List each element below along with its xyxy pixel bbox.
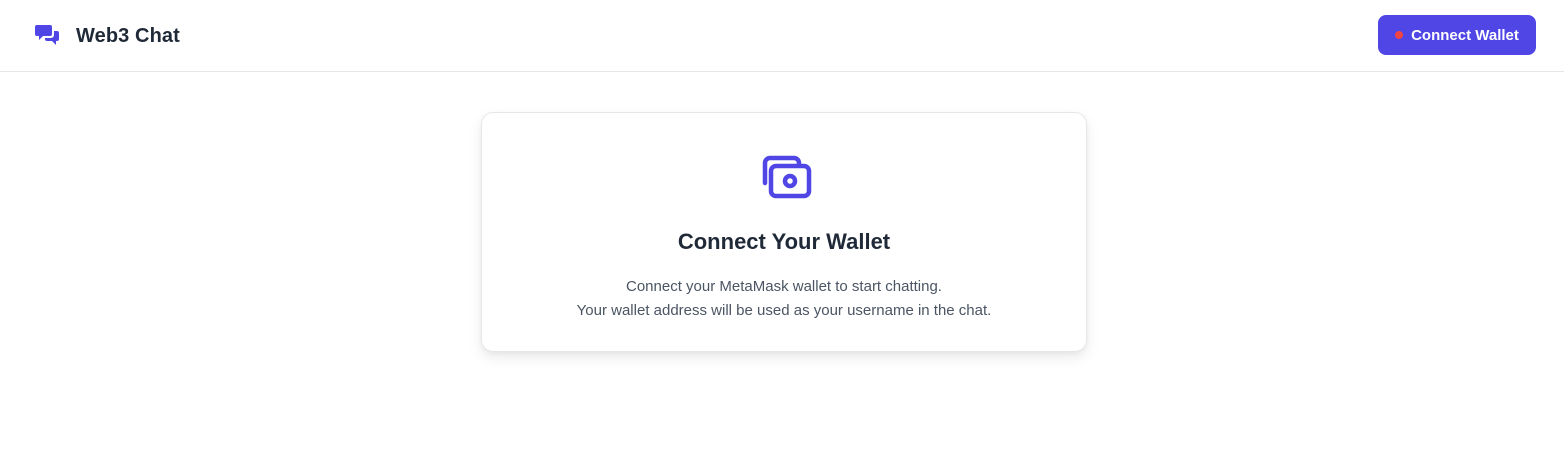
card-description-line: Connect your MetaMask wallet to start ch… <box>626 278 942 295</box>
connection-status-dot <box>1395 31 1404 39</box>
app-title: Web3 Chat <box>76 24 180 47</box>
brand: Web3 Chat <box>34 22 180 50</box>
app-header: Web3 Chat Connect Wallet <box>0 0 1564 72</box>
card-description-line: Your wallet address will be used as your… <box>576 302 992 319</box>
connect-wallet-card: Connect Your Wallet Connect your MetaMas… <box>481 112 1087 352</box>
wallet-cash-icon <box>757 153 813 201</box>
connect-wallet-label: Connect Wallet <box>1411 26 1519 44</box>
connect-wallet-button[interactable]: Connect Wallet <box>1378 15 1536 55</box>
card-title: Connect Your Wallet <box>677 229 891 254</box>
chat-bubbles-icon <box>34 22 62 50</box>
card-description: Connect your MetaMask wallet to start ch… <box>482 275 1086 323</box>
